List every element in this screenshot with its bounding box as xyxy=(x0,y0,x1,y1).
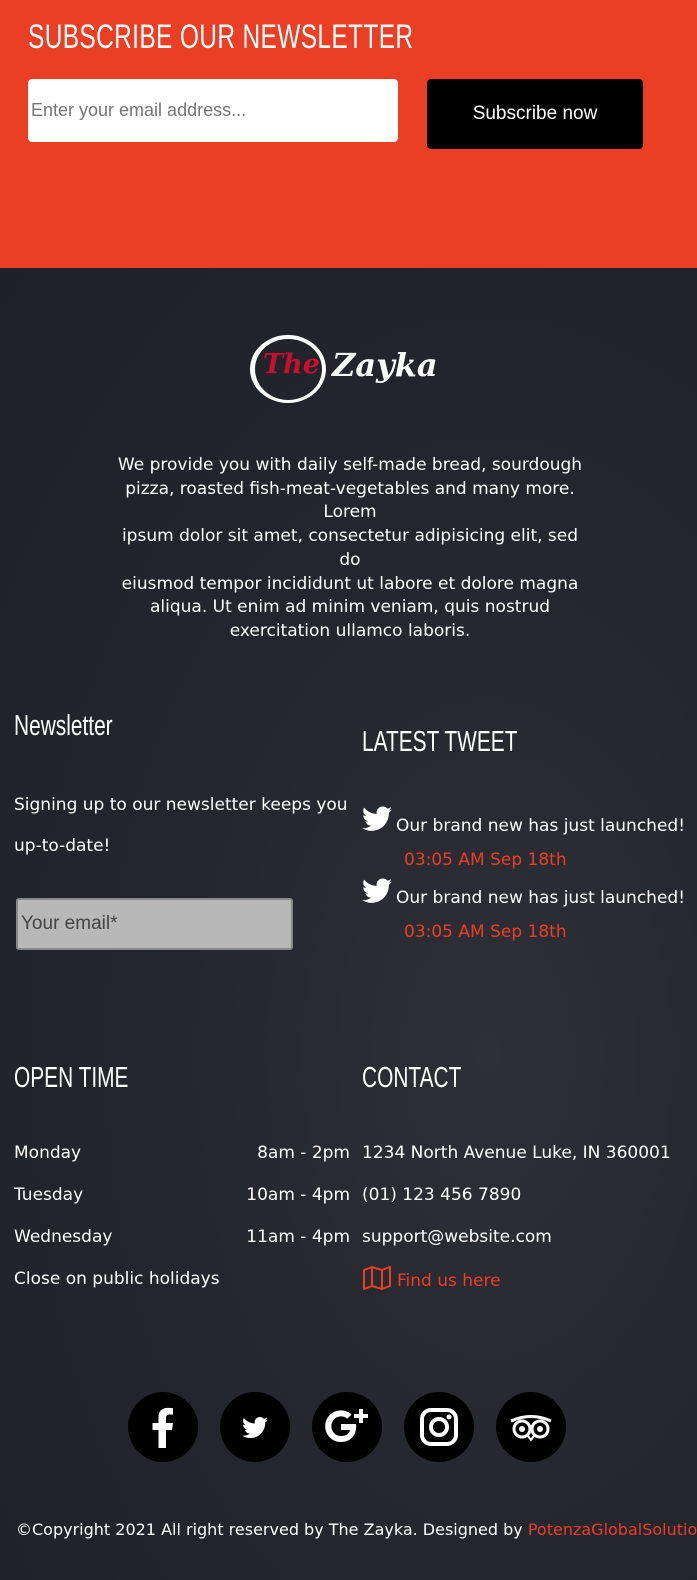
hours-time: 11am - 4pm xyxy=(246,1227,350,1247)
hours-day: Wednesday xyxy=(14,1227,113,1247)
twitter-icon xyxy=(362,878,392,903)
logo[interactable]: The Zayka xyxy=(248,333,448,405)
designer-link[interactable]: PotenzaGlobalSolutions xyxy=(528,1520,697,1539)
google-plus-icon xyxy=(325,1409,368,1442)
instagram-icon xyxy=(420,1408,458,1446)
about-line: pizza, roasted fish-meat-vegetables and … xyxy=(125,478,575,499)
about-line: eiusmod tempor incididunt ut labore et d… xyxy=(121,573,579,594)
tripadvisor-button[interactable] xyxy=(496,1392,566,1462)
twitter-button[interactable] xyxy=(220,1392,290,1462)
about-line: Lorem xyxy=(323,502,377,523)
contact-email[interactable]: support@website.com xyxy=(362,1227,552,1247)
subscribe-button[interactable]: Subscribe now xyxy=(427,79,643,149)
contact-title: CONTACT xyxy=(362,1062,462,1094)
google-plus-button[interactable] xyxy=(312,1392,382,1462)
subscribe-title: SUBSCRIBE OUR NEWSLETTER xyxy=(28,18,414,56)
logo-the: The xyxy=(263,349,320,380)
tweet-time[interactable]: 03:05 AM Sep 18th xyxy=(404,922,567,942)
about-text: We provide you with daily self-made brea… xyxy=(110,454,590,644)
map-icon xyxy=(363,1266,391,1290)
instagram-button[interactable] xyxy=(404,1392,474,1462)
facebook-icon xyxy=(152,1407,173,1448)
tweet-text: Our brand new has just launched! xyxy=(396,888,686,908)
about-line: We provide you with daily self-made brea… xyxy=(117,455,583,475)
subscribe-section: SUBSCRIBE OUR NEWSLETTER Subscribe now xyxy=(0,0,697,268)
open-time-title: OPEN TIME xyxy=(14,1062,129,1094)
copyright: ©Copyright 2021 All right reserved by Th… xyxy=(16,1520,697,1539)
latest-tweet-title: LATEST TWEET xyxy=(362,726,518,758)
hours-day: Tuesday xyxy=(14,1185,84,1205)
about-line: exercitation ullamco laboris. xyxy=(229,620,471,641)
about-line: aliqua. Ut enim ad minim veniam, quis no… xyxy=(149,597,551,618)
copyright-text: ©Copyright 2021 All right reserved by Th… xyxy=(16,1520,528,1539)
tripadvisor-icon xyxy=(510,1415,552,1442)
logo-zayka: Zayka xyxy=(332,346,438,384)
tweet-time[interactable]: 03:05 AM Sep 18th xyxy=(404,850,567,870)
hours-day: Monday xyxy=(14,1143,82,1163)
subscribe-email-input[interactable] xyxy=(28,79,398,142)
hours-time: 8am - 2pm xyxy=(257,1143,350,1163)
hours-time: 10am - 4pm xyxy=(246,1185,350,1205)
twitter-icon xyxy=(242,1417,268,1439)
contact-phone[interactable]: (01) 123 456 7890 xyxy=(362,1185,521,1205)
twitter-icon xyxy=(362,806,392,831)
tweet-text: Our brand new has just launched! xyxy=(396,816,686,836)
hours-note-text: Close on public holidays xyxy=(14,1269,220,1289)
newsletter-title: Newsletter xyxy=(14,710,113,742)
newsletter-email-input[interactable] xyxy=(16,898,293,950)
contact-address: 1234 North Avenue Luke, IN 360001 xyxy=(362,1143,671,1163)
facebook-button[interactable] xyxy=(128,1392,198,1462)
about-line: ipsum dolor sit amet, consectetur adipis… xyxy=(121,526,579,570)
newsletter-text: Signing up to our newsletter keeps you u… xyxy=(14,795,348,856)
find-us-label: Find us here xyxy=(397,1271,501,1291)
